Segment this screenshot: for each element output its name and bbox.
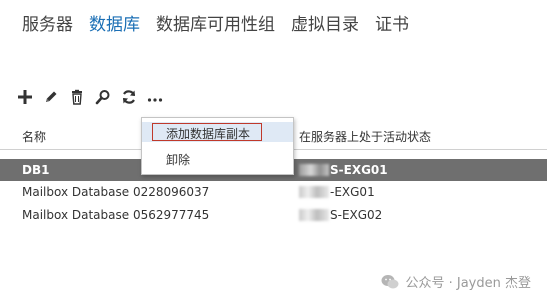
wechat-icon	[381, 274, 399, 288]
redacted-blur	[299, 186, 329, 198]
row-server-text: S-EXG01	[330, 163, 388, 177]
add-icon	[18, 90, 32, 104]
edit-button[interactable]	[42, 88, 60, 106]
menu-item-label: 卸除	[166, 153, 191, 167]
refresh-button[interactable]	[120, 88, 138, 106]
row-server: S-EXG01	[299, 163, 388, 177]
delete-button[interactable]	[68, 88, 86, 106]
column-header-active-server[interactable]: 在服务器上处于活动状态	[299, 128, 431, 145]
table-row[interactable]: Mailbox Database 0228096037 -EXG01	[0, 181, 547, 203]
more-actions-menu: 添加数据库副本 卸除	[141, 117, 294, 175]
row-name: DB1	[22, 163, 50, 177]
table-row[interactable]: Mailbox Database 0562977745 S-EXG02	[0, 204, 547, 226]
column-header-name[interactable]: 名称	[22, 128, 46, 145]
top-nav-tabs: 服务器 数据库 数据库可用性组 虚拟目录 证书	[22, 10, 409, 35]
row-server-text: -EXG01	[330, 185, 375, 199]
menu-item-label: 添加数据库副本	[166, 127, 251, 141]
tab-database-availability-groups[interactable]: 数据库可用性组	[156, 10, 275, 35]
more-icon	[147, 98, 163, 102]
menu-item-dismount[interactable]: 卸除	[142, 148, 293, 168]
tab-databases[interactable]: 数据库	[89, 10, 140, 35]
tab-servers[interactable]: 服务器	[22, 10, 73, 35]
redacted-blur	[299, 209, 329, 221]
tab-certificates[interactable]: 证书	[375, 10, 409, 35]
more-button[interactable]	[146, 88, 164, 106]
row-server: S-EXG02	[299, 208, 382, 222]
search-button[interactable]	[94, 88, 112, 106]
row-server: -EXG01	[299, 185, 375, 199]
row-name: Mailbox Database 0228096037	[22, 185, 210, 199]
row-name: Mailbox Database 0562977745	[22, 208, 210, 222]
search-icon	[95, 90, 110, 105]
refresh-icon	[122, 90, 136, 104]
delete-icon	[72, 89, 82, 105]
add-button[interactable]	[16, 88, 34, 106]
edit-icon	[46, 91, 57, 102]
row-server-text: S-EXG02	[330, 208, 383, 222]
watermark-text: 公众号 · Jayden 杰登	[405, 276, 531, 291]
redacted-blur	[299, 164, 329, 176]
watermark: 公众号 · Jayden 杰登	[381, 272, 531, 291]
menu-item-add-database-copy[interactable]: 添加数据库副本	[142, 122, 293, 142]
tab-virtual-directories[interactable]: 虚拟目录	[291, 10, 359, 35]
toolbar	[16, 88, 164, 106]
